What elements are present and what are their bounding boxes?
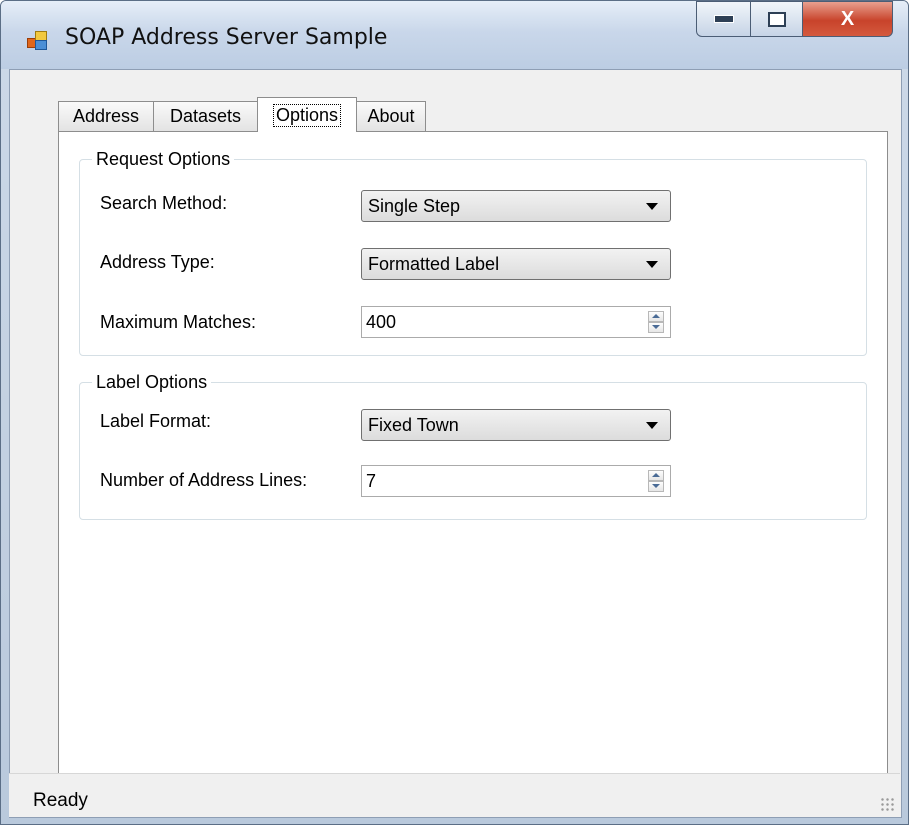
tab-about[interactable]: About (356, 101, 426, 131)
client-area: Address Datasets Options About Request O… (9, 69, 902, 818)
address-type-label: Address Type: (100, 252, 215, 272)
status-bar: Ready (9, 773, 900, 817)
search-method-combo[interactable]: Single Step (361, 190, 671, 222)
label-format-label: Label Format: (100, 411, 212, 431)
address-lines-label: Number of Address Lines: (100, 470, 308, 490)
spinner-value: 400 (366, 311, 397, 332)
tab-options[interactable]: Options (257, 97, 357, 132)
app-window: SOAP Address Server Sample X Address Dat… (0, 0, 909, 825)
dropdown-arrow-icon (646, 422, 658, 429)
minimize-button[interactable] (696, 1, 751, 37)
close-icon: X (840, 7, 855, 30)
spin-up-arrow-icon[interactable] (648, 311, 664, 322)
maximize-button[interactable] (751, 1, 803, 37)
tab-label: Address (72, 106, 140, 126)
combo-value: Fixed Town (368, 414, 459, 435)
tab-address[interactable]: Address (58, 101, 154, 131)
group-title: Label Options (92, 372, 212, 393)
spinner-buttons (648, 470, 664, 492)
caption-buttons: X (696, 1, 893, 39)
title-bar[interactable]: SOAP Address Server Sample X (1, 1, 908, 69)
maximize-icon (767, 11, 786, 27)
spinner-buttons (648, 311, 664, 333)
combo-value: Single Step (368, 195, 461, 216)
dropdown-arrow-icon (646, 203, 658, 210)
spin-up-arrow-icon[interactable] (648, 470, 664, 481)
options-panel: Request Options Search Method: Single St… (58, 131, 888, 781)
maximum-matches-spinner[interactable]: 400 (361, 306, 671, 338)
spin-down-arrow-icon[interactable] (648, 481, 664, 492)
minimize-icon (713, 15, 734, 23)
spin-down-arrow-icon[interactable] (648, 322, 664, 333)
maximum-matches-label: Maximum Matches: (100, 312, 257, 332)
label-format-combo[interactable]: Fixed Town (361, 409, 671, 441)
address-type-combo[interactable]: Formatted Label (361, 248, 671, 280)
group-title: Request Options (92, 149, 235, 170)
combo-value: Formatted Label (368, 253, 500, 274)
app-icon (27, 31, 47, 50)
close-button[interactable]: X (803, 1, 893, 37)
address-lines-spinner[interactable]: 7 (361, 465, 671, 497)
tab-label: About (367, 106, 415, 126)
status-text: Ready (33, 790, 88, 811)
resize-grip-icon[interactable] (880, 797, 894, 811)
window-title: SOAP Address Server Sample (65, 25, 388, 50)
tab-label: Options (272, 103, 342, 127)
search-method-label: Search Method: (100, 193, 228, 213)
tab-datasets[interactable]: Datasets (153, 101, 258, 131)
label-options-group: Label Options Label Format: Fixed Town N… (79, 372, 867, 520)
tab-label: Datasets (169, 106, 242, 126)
request-options-group: Request Options Search Method: Single St… (79, 149, 867, 356)
dropdown-arrow-icon (646, 261, 658, 268)
spinner-value: 7 (366, 470, 377, 491)
